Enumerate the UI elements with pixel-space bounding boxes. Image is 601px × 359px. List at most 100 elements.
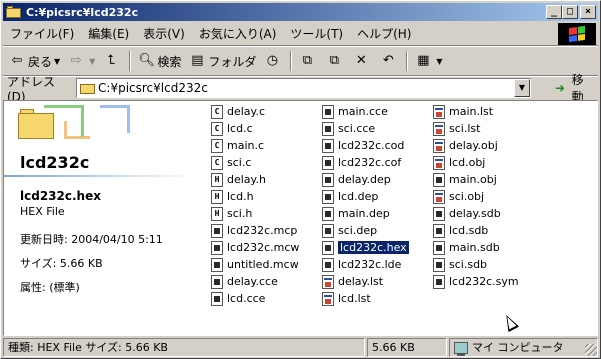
file-item[interactable]: lcd.lst [322, 290, 432, 307]
menu-favorites[interactable]: お気に入り(A) [192, 25, 284, 43]
file-item[interactable]: Hsci.h [211, 205, 321, 222]
file-item[interactable]: main.obj [433, 171, 543, 188]
file-name: main.cce [338, 105, 388, 118]
forward-button[interactable]: ⇨ ▼ [64, 50, 99, 72]
move-to-button[interactable]: ⧉ [295, 50, 322, 72]
file-item[interactable]: Hdelay.h [211, 171, 321, 188]
header-file-icon: H [211, 206, 223, 221]
file-column: Cdelay.c Clcd.c Cmain.c Csci.c Hdelay.h Hlcd.… [211, 103, 321, 307]
close-button[interactable]: × [580, 5, 596, 19]
file-item[interactable]: main.cce [322, 103, 432, 120]
views-button[interactable]: ▦ ▼ [411, 50, 446, 72]
up-folder-button[interactable]: ⮤ [99, 50, 126, 72]
go-arrow-icon: ➜ [554, 81, 566, 95]
address-input[interactable]: C:¥picsrc¥lcd232c ▼ [76, 78, 531, 98]
file-item[interactable]: lcd.dep [322, 188, 432, 205]
file-name: lcd232c.sym [449, 275, 519, 288]
file-item[interactable]: untitled.mcw [211, 256, 321, 273]
undo-button[interactable]: ↶ [376, 50, 403, 72]
file-item[interactable]: delay.dep [322, 171, 432, 188]
listing-file-icon [322, 274, 334, 289]
forward-dropdown-icon[interactable]: ▼ [89, 57, 95, 66]
address-label: アドレス(D) [7, 74, 56, 104]
file-column: main.cce sci.cce lcd232c.cod lcd232c.cof del… [322, 103, 432, 307]
selected-file-name: lcd232c.hex [20, 189, 101, 203]
menu-tools[interactable]: ツール(T) [283, 25, 350, 43]
c-source-file-icon: C [211, 104, 223, 119]
file-name: lcd.lst [338, 292, 371, 305]
file-name: main.dep [338, 207, 390, 220]
file-item[interactable]: lcd232c.cod [322, 137, 432, 154]
search-button[interactable]: 🔍︎ 検索 [134, 50, 185, 72]
file-item[interactable]: sci.sdb [433, 256, 543, 273]
menu-view[interactable]: 表示(V) [136, 25, 192, 43]
file-item[interactable]: delay.obj [433, 137, 543, 154]
folder-icon [80, 82, 96, 94]
delete-button[interactable]: ✕ [349, 50, 376, 72]
file-item[interactable]: Clcd.c [211, 120, 321, 137]
views-dropdown-icon[interactable]: ▼ [436, 57, 442, 66]
file-item[interactable]: lcd232c.hex [322, 239, 432, 256]
generic-file-icon [211, 291, 223, 306]
toolbar-separator-line [3, 75, 598, 77]
search-icon: 🔍︎ [138, 53, 155, 68]
menu-file[interactable]: ファイル(F) [3, 25, 81, 43]
address-dropdown-button[interactable]: ▼ [513, 79, 530, 97]
menu-help[interactable]: ヘルプ(H) [350, 25, 418, 43]
copy-to-icon: ⧉ [329, 53, 339, 68]
history-button[interactable]: ◷ [260, 50, 287, 72]
file-item[interactable]: lcd232c.lde [322, 256, 432, 273]
toolbar: ⇦ 戻る ▼ ⇨ ▼ ⮤ 🔍︎ 検索 ▤ フォルダ ◷ ⧉ ⧉ ✕ ↶ ▦ ▼ [5, 48, 595, 74]
file-item[interactable]: lcd.cce [211, 290, 321, 307]
file-item[interactable]: delay.cce [211, 273, 321, 290]
web-view-pane: lcd232c lcd232c.hex HEX File 更新日時: 2004/… [4, 101, 204, 335]
minimize-button[interactable]: _ [546, 5, 562, 19]
file-name: lcd.h [227, 190, 254, 203]
file-name: lcd232c.hex [337, 240, 410, 255]
back-dropdown-icon[interactable]: ▼ [54, 57, 60, 66]
file-item[interactable]: lcd232c.mcw [211, 239, 321, 256]
file-item[interactable]: main.dep [322, 205, 432, 222]
back-button[interactable]: ⇦ 戻る ▼ [5, 50, 64, 72]
menu-bar: ファイル(F) 編集(E) 表示(V) お気に入り(A) ツール(T) ヘルプ(… [3, 23, 558, 44]
file-item[interactable]: main.lst [433, 103, 543, 120]
maximize-button[interactable]: □ [562, 5, 578, 19]
toolbar-separator [290, 51, 293, 71]
menu-edit[interactable]: 編集(E) [81, 25, 136, 43]
folder-title: lcd232c [20, 153, 90, 172]
file-item[interactable]: sci.dep [322, 222, 432, 239]
file-item[interactable]: Cdelay.c [211, 103, 321, 120]
file-item[interactable]: Hlcd.h [211, 188, 321, 205]
title-bar[interactable]: C:¥picsrc¥lcd232c _ □ × [3, 3, 598, 21]
file-name: lcd.dep [338, 190, 379, 203]
folders-button[interactable]: ▤ フォルダ [185, 50, 260, 72]
file-item[interactable]: lcd.obj [433, 154, 543, 171]
generic-file-icon [211, 240, 223, 255]
file-item[interactable]: main.sdb [433, 239, 543, 256]
up-folder-icon: ⮤ [107, 53, 116, 68]
file-item[interactable]: delay.lst [322, 273, 432, 290]
header-file-icon: H [211, 172, 223, 187]
file-item[interactable]: sci.lst [433, 120, 543, 137]
generic-file-icon [433, 223, 445, 238]
file-item[interactable]: lcd232c.cof [322, 154, 432, 171]
file-name: lcd.obj [449, 156, 486, 169]
undo-icon: ↶ [382, 53, 394, 68]
c-source-file-icon: C [211, 155, 223, 170]
file-item[interactable]: delay.sdb [433, 205, 543, 222]
file-item[interactable]: sci.cce [322, 120, 432, 137]
file-item[interactable]: Cmain.c [211, 137, 321, 154]
generic-file-icon [322, 240, 334, 255]
listing-file-icon [322, 291, 334, 306]
resize-grip[interactable] [585, 344, 597, 356]
back-label: 戻る [28, 54, 53, 69]
file-item[interactable]: Csci.c [211, 154, 321, 171]
generic-file-icon [322, 206, 334, 221]
file-item[interactable]: lcd232c.mcp [211, 222, 321, 239]
file-item[interactable]: lcd232c.sym [433, 273, 543, 290]
file-item[interactable]: sci.obj [433, 188, 543, 205]
file-item[interactable]: lcd.sdb [433, 222, 543, 239]
listing-file-icon [433, 138, 445, 153]
search-label: 検索 [157, 54, 182, 69]
copy-to-button[interactable]: ⧉ [322, 50, 349, 72]
